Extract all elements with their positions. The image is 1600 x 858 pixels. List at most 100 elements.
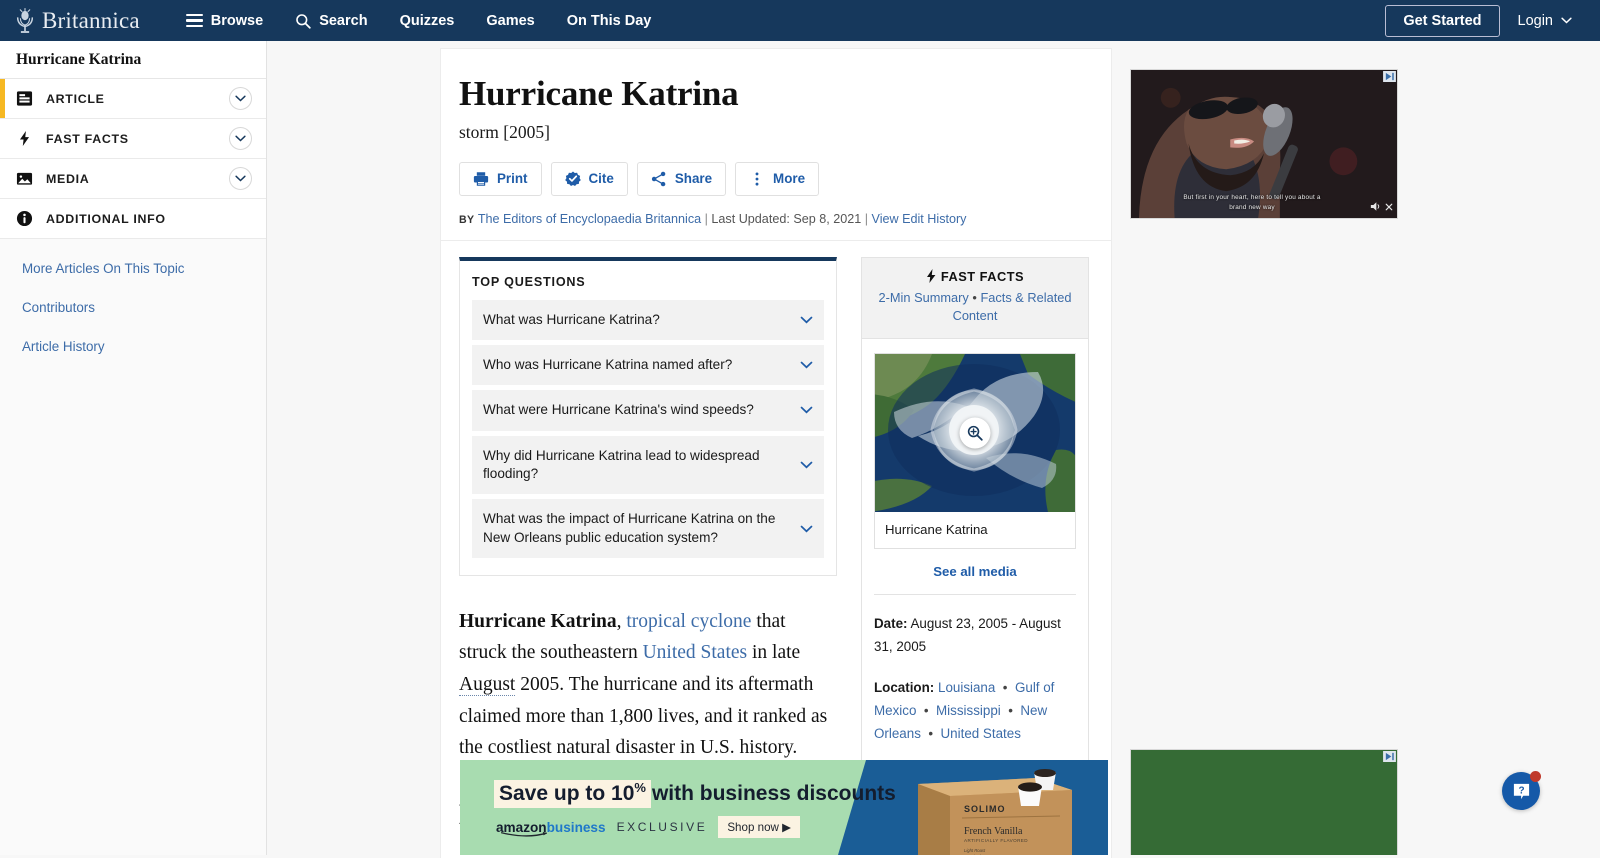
location-link-mississippi[interactable]: Mississippi [936, 703, 1001, 718]
chevron-down-icon [800, 361, 813, 369]
ad-choices-icon[interactable] [1383, 71, 1396, 82]
nav-games[interactable]: Games [470, 3, 550, 39]
fast-facts-title-row: FAST FACTS [872, 269, 1078, 284]
print-label: Print [497, 171, 528, 186]
see-all-media-link[interactable]: See all media [874, 564, 1076, 579]
login-menu[interactable]: Login [1504, 5, 1586, 37]
location-link-united-states[interactable]: United States [941, 726, 1021, 741]
tropical-cyclone-link[interactable]: tropical cyclone [626, 611, 751, 632]
two-min-summary-link[interactable]: 2-Min Summary [879, 290, 969, 305]
help-support-button[interactable]: ? [1502, 772, 1540, 810]
sidebar-link-article-history[interactable]: Article History [22, 339, 266, 354]
nav-browse-label: Browse [211, 13, 263, 29]
info-icon [16, 210, 33, 227]
byline-author-link[interactable]: The Editors of Encyclopaedia Britannica [478, 212, 701, 226]
magnifier-plus-icon [967, 424, 984, 441]
article-action-toolbar: Print Cite Share [459, 162, 1093, 196]
location-link-louisiana[interactable]: Louisiana [938, 680, 995, 695]
share-icon [651, 171, 667, 187]
fast-facts-panel: FAST FACTS 2-Min Summary • Facts & Relat… [861, 257, 1089, 822]
facts-related-content-link[interactable]: Facts & Related Content [953, 290, 1072, 324]
more-button[interactable]: More [735, 162, 819, 196]
sidebar-link-more-articles[interactable]: More Articles On This Topic [22, 261, 266, 276]
shop-now-button[interactable]: Shop now ▶ [718, 816, 800, 838]
product-detail1-text: Light Roast [964, 848, 986, 853]
sidebar-media-caret[interactable] [229, 167, 252, 190]
byline-by-label: BY [459, 214, 475, 226]
hamburger-icon [186, 14, 203, 27]
sidebar-item-media-label: MEDIA [46, 172, 229, 186]
chevron-down-icon [235, 175, 246, 182]
article-body: TOP QUESTIONS What was Hurricane Katrina… [441, 241, 1111, 832]
divider [874, 594, 1076, 595]
nav-quizzes[interactable]: Quizzes [384, 3, 471, 39]
video-advertisement[interactable]: But first in your heart, here to tell yo… [1130, 69, 1398, 219]
dots-vertical-icon [749, 171, 765, 187]
ad-headline: Save up to 10%with business discounts [494, 780, 896, 806]
kcup-front-icon [1018, 782, 1042, 806]
amazon-business-logo: amazonbusiness [496, 820, 606, 835]
sidebar-item-article-label: ARTICLE [46, 92, 229, 106]
top-question-item[interactable]: What was Hurricane Katrina? [472, 300, 824, 341]
media-caption: Hurricane Katrina [875, 512, 1075, 548]
top-questions-title: TOP QUESTIONS [472, 275, 824, 289]
zoom-in-icon[interactable] [960, 417, 991, 448]
ad-caption-line-2: brand new way [1229, 204, 1275, 211]
top-question-item[interactable]: Who was Hurricane Katrina named after? [472, 345, 824, 386]
hurricane-satellite-image[interactable] [875, 354, 1075, 512]
media-card: Hurricane Katrina [874, 353, 1076, 549]
view-edit-history-link[interactable]: View Edit History [872, 212, 967, 226]
united-states-link[interactable]: United States [643, 642, 748, 663]
brand-label: Britannica [42, 8, 140, 34]
nav-on-this-day[interactable]: On This Day [551, 3, 668, 39]
green-advertisement[interactable] [1130, 749, 1398, 855]
nav-search[interactable]: Search [279, 3, 383, 39]
britannica-logo[interactable]: Britannica [14, 8, 140, 34]
ad-caption-line-1: But first in your heart, here to tell yo… [1183, 194, 1320, 201]
help-question-bubble-icon: ? [1512, 782, 1531, 801]
coffee-box-product-image: SOLIMO French Vanilla ARTIFICIALLY FLAVO… [910, 768, 1082, 855]
amazon-business-ad-banner[interactable]: Save up to 10%with business discounts am… [460, 760, 1108, 855]
lead-bold-term: Hurricane Katrina [459, 611, 617, 632]
lead-paragraph: Hurricane Katrina, tropical cyclone that… [459, 606, 837, 764]
august-tooltip-term[interactable]: August [459, 674, 515, 696]
sidebar-item-media[interactable]: MEDIA [0, 159, 266, 199]
nav-browse[interactable]: Browse [170, 3, 279, 39]
top-question-item[interactable]: What was the impact of Hurricane Katrina… [472, 499, 824, 559]
ad-choices-icon[interactable] [1383, 751, 1396, 762]
fast-facts-links: 2-Min Summary • Facts & Related Content [872, 289, 1078, 326]
primary-nav-items: Browse Search Quizzes Games On This Day [170, 3, 668, 39]
sidebar-item-additional-info[interactable]: ADDITIONAL INFO [0, 199, 266, 239]
location-separator: • [925, 726, 937, 741]
share-button[interactable]: Share [637, 162, 726, 196]
nav-search-label: Search [319, 13, 367, 29]
top-question-item[interactable]: Why did Hurricane Katrina lead to widesp… [472, 436, 824, 496]
ad-brand-row: amazonbusiness EXCLUSIVE Shop now ▶ [496, 816, 800, 838]
thistle-logo-icon [14, 8, 36, 34]
sidebar-fast-facts-caret[interactable] [229, 127, 252, 150]
volume-icon[interactable] [1370, 201, 1382, 212]
nav-right-group: Get Started Login [1385, 5, 1586, 37]
help-question-mark: ? [1518, 785, 1524, 796]
cite-label: Cite [589, 171, 614, 186]
top-navigation-bar: Britannica Browse Search Quizzes Games O… [0, 0, 1600, 41]
sidebar-link-contributors[interactable]: Contributors [22, 300, 266, 315]
byline-separator-2: | [865, 212, 868, 226]
ad-video-controls[interactable] [1370, 201, 1393, 212]
printer-icon [473, 171, 489, 187]
location-separator: • [920, 703, 932, 718]
print-button[interactable]: Print [459, 162, 542, 196]
sidebar-item-article[interactable]: ARTICLE [0, 79, 266, 119]
sidebar-item-fast-facts-label: FAST FACTS [46, 132, 229, 146]
close-icon[interactable] [1385, 203, 1393, 211]
product-brand-text: SOLIMO [964, 804, 1006, 814]
top-question-text: Why did Hurricane Katrina lead to widesp… [483, 447, 792, 484]
get-started-button[interactable]: Get Started [1385, 5, 1499, 37]
fact-location: Location: Louisiana • Gulf of Mexico • M… [874, 676, 1076, 746]
sidebar-article-caret[interactable] [229, 87, 252, 110]
top-question-item[interactable]: What were Hurricane Katrina's wind speed… [472, 390, 824, 431]
top-questions-panel: TOP QUESTIONS What was Hurricane Katrina… [459, 257, 837, 576]
cite-button[interactable]: Cite [551, 162, 628, 196]
sidebar-item-fast-facts[interactable]: FAST FACTS [0, 119, 266, 159]
search-icon [295, 13, 311, 29]
